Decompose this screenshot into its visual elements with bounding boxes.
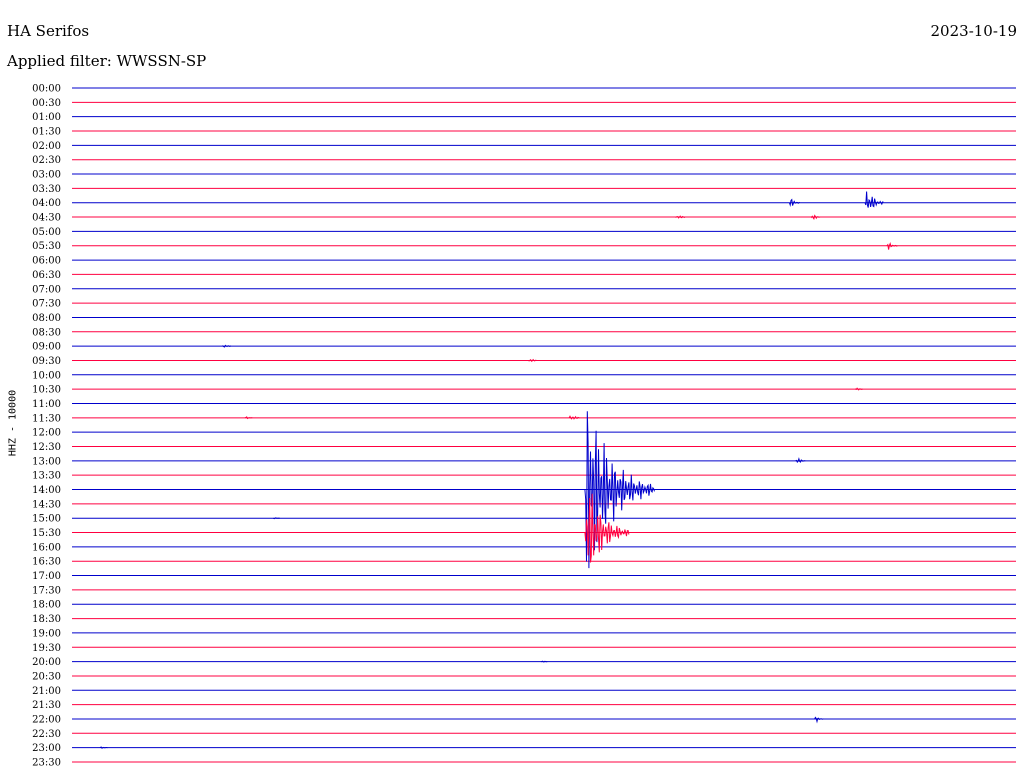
tick-label: 15:00 xyxy=(32,514,61,525)
tick-label: 04:30 xyxy=(32,213,61,224)
event-waveform xyxy=(811,214,821,220)
tick-label: 06:00 xyxy=(32,256,61,267)
tick-label: 03:00 xyxy=(32,170,61,181)
event-waveform xyxy=(540,660,548,663)
tick-label: 06:30 xyxy=(32,270,61,281)
event-waveform xyxy=(527,358,537,362)
tick-label: 12:00 xyxy=(32,428,61,439)
tick-label: 13:30 xyxy=(32,471,61,482)
tick-label: 18:00 xyxy=(32,600,61,611)
event-waveform xyxy=(855,387,863,391)
tick-label: 09:00 xyxy=(32,342,61,353)
tick-label: 23:00 xyxy=(32,743,61,754)
tick-label: 21:30 xyxy=(32,700,61,711)
tick-label: 14:30 xyxy=(32,499,61,510)
tick-label: 04:00 xyxy=(32,198,61,209)
tick-label: 02:30 xyxy=(32,155,61,166)
tick-label: 07:00 xyxy=(32,284,61,295)
event-waveform xyxy=(886,241,898,250)
tick-label: 19:30 xyxy=(32,643,61,654)
tick-label: 17:00 xyxy=(32,571,61,582)
event-waveform xyxy=(864,191,884,208)
tick-label: 12:30 xyxy=(32,442,61,453)
tick-label: 02:00 xyxy=(32,141,61,152)
tick-label: 16:00 xyxy=(32,542,61,553)
tick-label: 22:00 xyxy=(32,714,61,725)
tick-label: 23:30 xyxy=(32,757,61,768)
helicorder-plot: 00:00 00:30 01:00 01:30 02:00 02:30 03:00 03:30… xyxy=(32,84,1016,768)
tick-label: 05:00 xyxy=(32,227,61,238)
tick-label: 10:30 xyxy=(32,385,61,396)
tick-label: 20:30 xyxy=(32,671,61,682)
tick-label: 22:30 xyxy=(32,729,61,740)
tick-label: 18:30 xyxy=(32,614,61,625)
tick-label: 20:00 xyxy=(32,657,61,668)
tick-label: 14:00 xyxy=(32,485,61,496)
tick-label: 10:00 xyxy=(32,370,61,381)
tick-label: 21:00 xyxy=(32,686,61,697)
tick-label: 01:30 xyxy=(32,127,61,138)
tick-label: 08:30 xyxy=(32,327,61,338)
tick-label: 17:30 xyxy=(32,585,61,596)
tick-label: 11:00 xyxy=(32,399,61,410)
seismogram-page: HA Serifos 2023-10-19 Applied filter: WW… xyxy=(0,0,1024,780)
tick-label: 00:30 xyxy=(32,98,61,109)
tick-label: 03:30 xyxy=(32,184,61,195)
tick-label: 00:00 xyxy=(32,84,61,95)
tick-label: 01:00 xyxy=(32,112,61,123)
tick-label: 08:00 xyxy=(32,313,61,324)
tick-label: 11:30 xyxy=(32,413,61,424)
event-waveform xyxy=(584,411,655,569)
tick-label: 05:30 xyxy=(32,241,61,252)
event-waveform xyxy=(788,198,801,207)
tick-label: 15:30 xyxy=(32,528,61,539)
tick-label: 09:30 xyxy=(32,356,61,367)
tick-label: 07:30 xyxy=(32,299,61,310)
tick-label: 16:30 xyxy=(32,557,61,568)
event-waveform xyxy=(675,215,686,219)
tick-label: 19:00 xyxy=(32,628,61,639)
tick-label: 13:00 xyxy=(32,456,61,467)
